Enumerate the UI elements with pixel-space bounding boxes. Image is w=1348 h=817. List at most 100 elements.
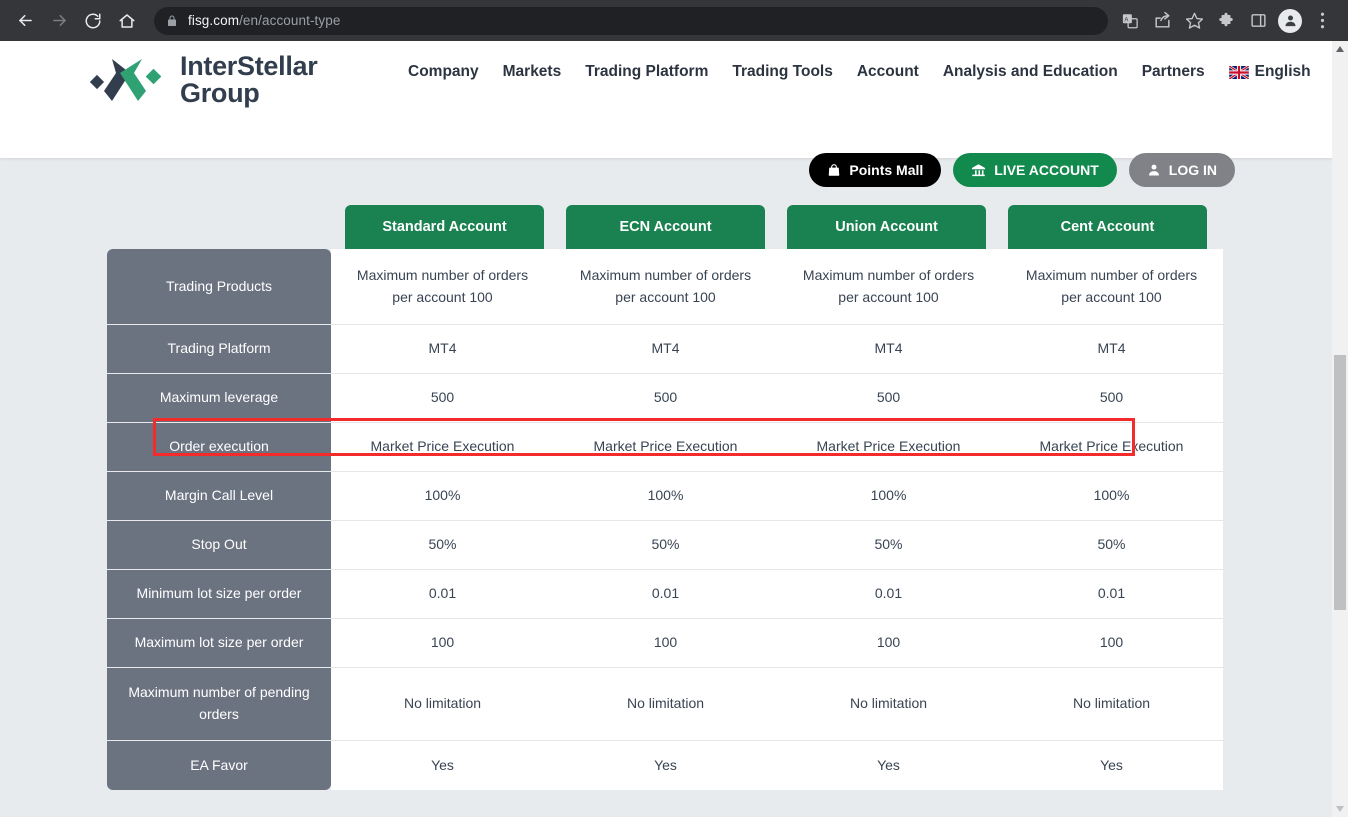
scrollbar-thumb[interactable] [1334,355,1346,610]
cell-ea-favor-cent: Yes [1100,756,1123,773]
cell-margin-call-level-standard: 100% [424,487,461,504]
points-mall-button[interactable]: Points Mall [809,153,942,187]
cell-trading-products-union: Maximum number of orders per account 100 [802,266,975,305]
page-viewport: InterStellar Group Company Markets Tradi… [0,41,1348,817]
puzzle-icon[interactable] [1210,6,1242,36]
row-label-trading-platform: Trading Platform [107,325,331,374]
cell-maximum-leverage-cent: 500 [1099,389,1124,406]
table-row: Stop Out 50% 50% 50% 50% [107,521,1223,570]
cell-stop-out-standard: 50% [428,536,457,553]
tab-ecn-account[interactable]: ECN Account [566,205,765,249]
cell-order-execution-union: Market Price Execution [816,438,961,455]
nav-item-account[interactable]: Account [857,63,919,81]
browser-toolbar: fisg.com/en/account-type A [0,0,1348,41]
tab-standard-account[interactable]: Standard Account [345,205,544,249]
row-label-maximum-leverage: Maximum leverage [107,374,331,423]
cell-trading-products-cent: Maximum number of orders per account 100 [1025,266,1198,305]
cell-maximum-lot-size-cent: 100 [1099,634,1124,651]
cell-margin-call-level-cent: 100% [1093,487,1130,504]
logo-line-1: InterStellar [180,51,318,81]
table-row: Margin Call Level 100% 100% 100% 100% [107,472,1223,521]
url-host: fisg.com [188,13,240,28]
cell-margin-call-level-union: 100% [870,487,907,504]
row-label-trading-products: Trading Products [107,249,331,325]
table-row: Minimum lot size per order 0.01 0.01 0.0… [107,570,1223,619]
cell-stop-out-cent: 50% [1097,536,1126,553]
tab-cent-account[interactable]: Cent Account [1008,205,1207,249]
home-icon[interactable] [112,6,142,36]
bank-icon [972,163,986,176]
cell-trading-platform-cent: MT4 [1097,340,1126,357]
cell-ea-favor-standard: Yes [431,756,454,773]
cell-order-execution-ecn: Market Price Execution [593,438,738,455]
table-row: Maximum lot size per order 100 100 100 1… [107,619,1223,668]
table-row: Order execution Market Price Execution M… [107,423,1223,472]
cell-pending-orders-cent: No limitation [1072,695,1151,712]
cell-minimum-lot-size-union: 0.01 [874,585,903,602]
row-label-margin-call-level: Margin Call Level [107,472,331,521]
side-panel-icon[interactable] [1242,6,1274,36]
cell-ea-favor-union: Yes [877,756,900,773]
header-action-buttons: Points Mall LIVE ACCOUNT LOG IN [809,153,1235,187]
table-row: Trading Products Maximum number of order… [107,249,1223,325]
cell-maximum-lot-size-ecn: 100 [653,634,678,651]
star-icon[interactable] [1178,6,1210,36]
nav-item-trading-tools[interactable]: Trading Tools [732,63,832,81]
language-selector[interactable]: English [1228,63,1311,81]
cell-margin-call-level-ecn: 100% [647,487,684,504]
tab-union-account[interactable]: Union Account [787,205,986,249]
log-in-button[interactable]: LOG IN [1128,153,1235,187]
reload-icon[interactable] [78,6,108,36]
account-type-tabs: Standard Account ECN Account Union Accou… [345,205,1207,249]
cell-trading-products-ecn: Maximum number of orders per account 100 [579,266,752,305]
shopping-bag-icon [829,163,840,176]
cell-maximum-leverage-ecn: 500 [653,389,678,406]
cell-minimum-lot-size-ecn: 0.01 [651,585,680,602]
three-dot-menu-icon[interactable] [1306,6,1338,36]
uk-flag-icon [1228,65,1249,79]
cell-maximum-leverage-union: 500 [876,389,901,406]
site-logo[interactable]: InterStellar Group [89,51,318,108]
page-scrollbar[interactable] [1332,41,1348,817]
translate-icon[interactable]: A [1114,6,1146,36]
cell-ea-favor-ecn: Yes [654,756,677,773]
row-label-minimum-lot-size-per-order: Minimum lot size per order [107,570,331,619]
cell-trading-platform-standard: MT4 [428,340,457,357]
scrollbar-up-arrow-icon[interactable] [1332,41,1348,57]
cell-maximum-leverage-standard: 500 [430,389,455,406]
forward-arrow-icon [44,6,74,36]
row-label-maximum-lot-size-per-order: Maximum lot size per order [107,619,331,668]
nav-item-analysis-and-education[interactable]: Analysis and Education [943,63,1118,81]
profile-avatar-icon[interactable] [1274,6,1306,36]
cell-pending-orders-ecn: No limitation [626,695,705,712]
cell-minimum-lot-size-standard: 0.01 [428,585,457,602]
cell-stop-out-union: 50% [874,536,903,553]
main-navigation: Company Markets Trading Platform Trading… [408,63,1311,81]
cell-maximum-lot-size-standard: 100 [430,634,455,651]
live-account-button[interactable]: LIVE ACCOUNT [953,153,1117,187]
cell-trading-products-standard: Maximum number of orders per account 100 [356,266,529,305]
nav-item-company[interactable]: Company [408,63,479,81]
logo-line-2: Group [180,78,260,108]
share-icon[interactable] [1146,6,1178,36]
cell-pending-orders-union: No limitation [849,695,928,712]
cell-pending-orders-standard: No limitation [403,695,482,712]
address-bar[interactable]: fisg.com/en/account-type [154,6,1108,35]
cell-maximum-lot-size-union: 100 [876,634,901,651]
nav-item-markets[interactable]: Markets [503,63,562,81]
back-arrow-icon[interactable] [10,6,40,36]
cell-minimum-lot-size-cent: 0.01 [1097,585,1126,602]
person-icon [1148,164,1159,176]
account-comparison-table: Trading Products Maximum number of order… [107,249,1223,790]
table-row: EA Favor Yes Yes Yes Yes [107,741,1223,790]
svg-text:A: A [1124,17,1128,23]
row-label-order-execution: Order execution [107,423,331,472]
scrollbar-down-arrow-icon[interactable] [1332,801,1348,817]
logo-wordmark: InterStellar Group [180,51,318,108]
nav-item-trading-platform[interactable]: Trading Platform [585,63,708,81]
browser-actions: A [1114,6,1338,36]
interstellar-logo-icon [89,53,174,107]
live-account-label: LIVE ACCOUNT [994,162,1099,178]
nav-item-partners[interactable]: Partners [1142,63,1205,81]
log-in-label: LOG IN [1168,162,1217,178]
